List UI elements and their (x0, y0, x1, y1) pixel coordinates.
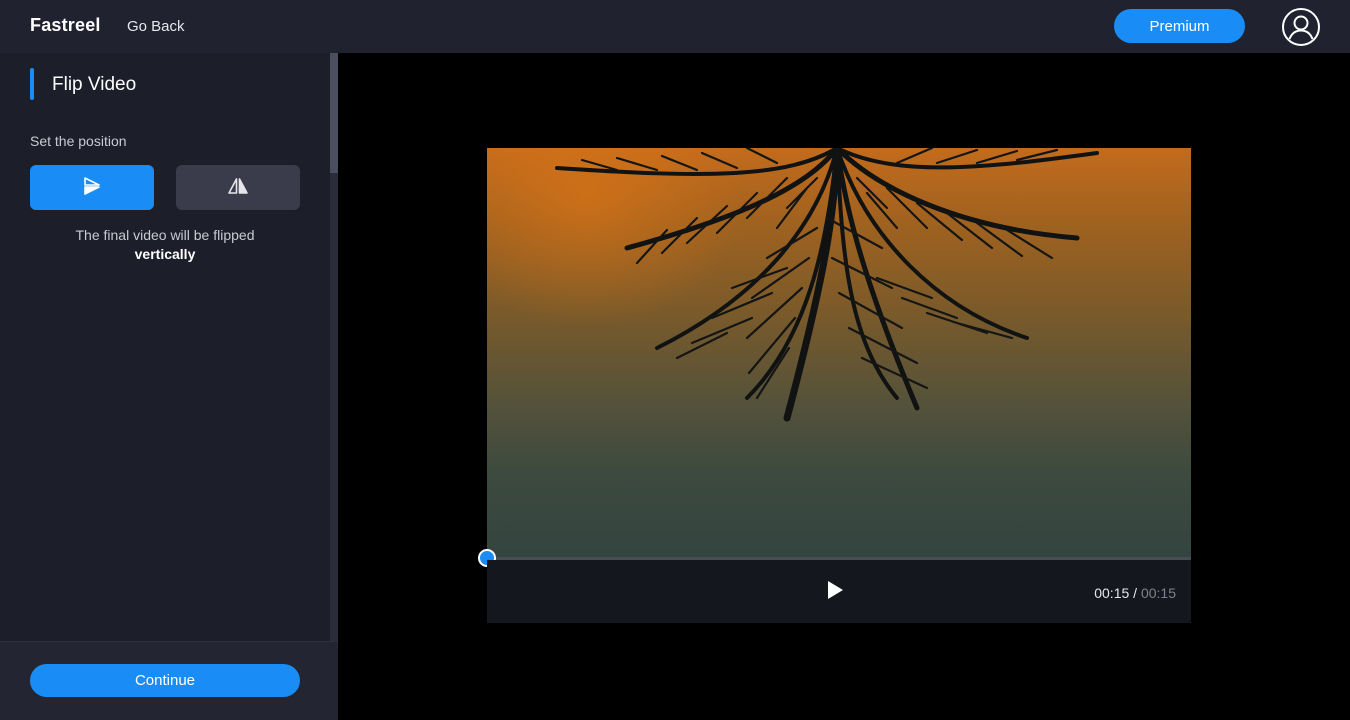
sidebar-panel (0, 53, 338, 720)
sidebar-scrollbar-thumb[interactable] (330, 53, 338, 173)
video-player: 00:15 / 00:15 (478, 148, 1191, 623)
current-time: 00:15 (1094, 585, 1130, 601)
play-button[interactable] (823, 580, 847, 604)
flip-vertical-button[interactable] (30, 165, 154, 210)
flip-description: The final video will be flipped vertical… (30, 226, 300, 264)
video-preview[interactable] (487, 148, 1191, 558)
top-bar: Fastreel Go Back Premium (0, 0, 1350, 53)
time-separator: / (1129, 585, 1141, 601)
player-controls: 00:15 / 00:15 (487, 560, 1191, 623)
brand-logo[interactable]: Fastreel (30, 15, 101, 36)
time-display: 00:15 / 00:15 (1094, 585, 1176, 601)
go-back-link[interactable]: Go Back (127, 18, 185, 35)
flip-horizontal-icon (227, 176, 249, 199)
position-label: Set the position (30, 133, 127, 149)
user-avatar-icon[interactable] (1281, 7, 1321, 47)
flip-description-text: The final video will be flipped (75, 227, 255, 243)
flip-direction: vertically (134, 246, 196, 262)
total-time: 00:15 (1140, 585, 1176, 601)
section-indicator (30, 68, 34, 100)
section-title: Flip Video (52, 74, 137, 95)
flip-horizontal-button[interactable] (176, 165, 300, 210)
palm-tree-silhouette (555, 148, 1099, 422)
play-icon (826, 580, 844, 605)
flip-vertical-icon (82, 176, 102, 199)
premium-button[interactable]: Premium (1114, 9, 1245, 43)
continue-button[interactable]: Continue (30, 664, 300, 697)
